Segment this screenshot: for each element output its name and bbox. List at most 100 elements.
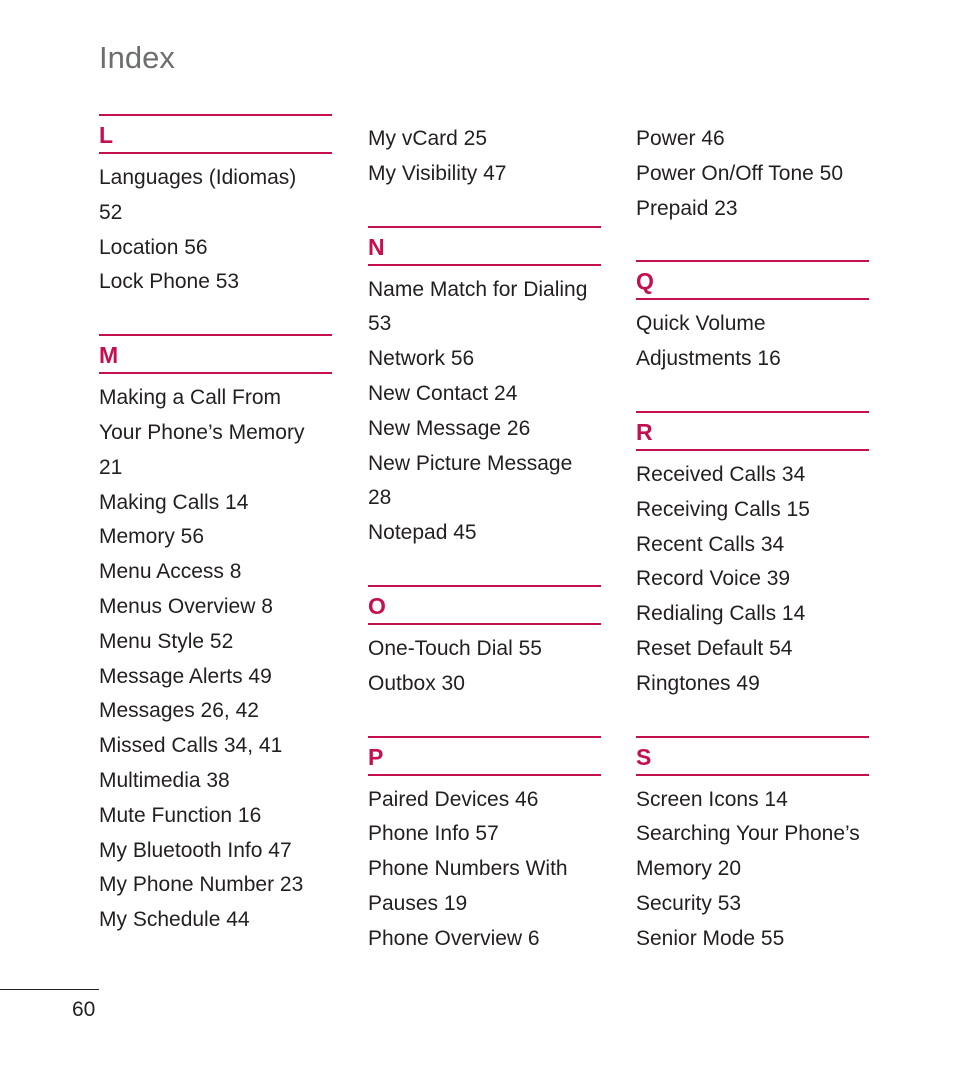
index-entry: Outbox 30 — [368, 671, 465, 695]
index-entry: Your Phone’s Memory — [99, 420, 305, 444]
index-entry: My Bluetooth Info 47 — [99, 838, 292, 862]
entry-list: Making a Call From Your Phone’s Memory 2… — [99, 381, 332, 938]
index-entry: Notepad 45 — [368, 521, 477, 545]
letter-header: Q — [636, 260, 869, 301]
index-section-m: M Making a Call From Your Phone’s Memory… — [99, 334, 332, 938]
index-entry: 52 — [99, 200, 123, 224]
index-entry: Location 56 — [99, 235, 208, 259]
index-entry: Messages 26, 42 — [99, 699, 259, 723]
index-section-n: N Name Match for Dialing 53 Network 56 N… — [368, 225, 601, 551]
entry-list: One-Touch Dial 55 Outbox 30 — [368, 632, 601, 702]
index-entry: New Contact 24 — [368, 381, 518, 405]
letter-header: O — [368, 584, 601, 625]
index-entry: New Message 26 — [368, 416, 531, 440]
index-entry: Record Voice 39 — [636, 567, 791, 591]
entry-list: Received Calls 34 Receiving Calls 15 Rec… — [636, 458, 869, 702]
footer-divider — [0, 989, 99, 990]
index-entry: Security 53 — [636, 891, 742, 915]
index-entry: Reset Default 54 — [636, 636, 793, 660]
index-entry: New Picture Message — [368, 451, 573, 475]
entry-list: Name Match for Dialing 53 Network 56 New… — [368, 273, 601, 551]
index-entry: Adjustments 16 — [636, 347, 781, 371]
index-entry: Receiving Calls 15 — [636, 497, 810, 521]
section-letter: O — [368, 592, 386, 619]
section-letter: P — [368, 743, 384, 770]
index-entry: Multimedia 38 — [99, 768, 230, 792]
index-entry: Ringtones 49 — [636, 671, 760, 695]
index-entry: One-Touch Dial 55 — [368, 636, 542, 660]
index-entry: Menus Overview 8 — [99, 594, 273, 618]
letter-header: R — [636, 410, 869, 451]
index-entry: Paired Devices 46 — [368, 787, 539, 811]
letter-header: L — [99, 114, 332, 154]
index-entry: Prepaid 23 — [636, 196, 738, 220]
index-entry: Making Calls 14 — [99, 490, 249, 514]
index-entry: Phone Info 57 — [368, 822, 499, 846]
continued-entry-list: My vCard 25 My Visibility 47 — [368, 122, 601, 192]
section-letter: R — [636, 418, 653, 445]
letter-header: S — [636, 735, 869, 776]
section-letter: N — [368, 233, 385, 260]
entry-list: Languages (Idiomas) 52 Location 56 Lock … — [99, 161, 332, 300]
index-entry: My Visibility 47 — [368, 161, 507, 185]
index-entry: Languages (Idiomas) — [99, 166, 297, 189]
index-section-l: L Languages (Idiomas) 52 Location 56 Loc… — [99, 114, 332, 300]
page-title: Index — [99, 40, 175, 75]
index-entry: Senior Mode 55 — [636, 926, 785, 950]
index-entry: Mute Function 16 — [99, 803, 262, 827]
index-entry: Memory 56 — [99, 525, 205, 549]
index-entry: Power On/Off Tone 50 — [636, 161, 844, 185]
index-entry: Making a Call From — [99, 386, 282, 410]
index-entry: Message Alerts 49 — [99, 664, 272, 688]
index-entry: Missed Calls 34, 41 — [99, 734, 283, 758]
letter-header: N — [368, 225, 601, 266]
letter-header: P — [368, 735, 601, 776]
index-column-1: L Languages (Idiomas) 52 Location 56 Loc… — [99, 114, 332, 938]
entry-list: Screen Icons 14 Searching Your Phone’s M… — [636, 783, 869, 957]
page-number: 60 — [72, 998, 96, 1021]
index-entry: 21 — [99, 455, 123, 479]
index-entry: Recent Calls 34 — [636, 532, 785, 556]
index-entry: Menu Style 52 — [99, 629, 234, 653]
index-entry: Redialing Calls 14 — [636, 602, 806, 626]
index-entry: Phone Overview 6 — [368, 926, 540, 950]
index-entry: 53 — [368, 312, 392, 336]
index-entry: Memory 20 — [636, 857, 742, 881]
continued-entry-list: Power 46 Power On/Off Tone 50 Prepaid 23 — [636, 122, 869, 226]
index-entry: Network 56 — [368, 347, 475, 371]
index-entry: My Phone Number 23 — [99, 873, 304, 897]
section-letter: S — [636, 743, 652, 770]
entry-list: Paired Devices 46 Phone Info 57 Phone Nu… — [368, 783, 601, 957]
section-letter: M — [99, 342, 119, 369]
index-section-s: S Screen Icons 14 Searching Your Phone’s… — [636, 735, 869, 957]
index-section-o: O One-Touch Dial 55 Outbox 30 — [368, 584, 601, 702]
entry-list: Quick Volume Adjustments 16 — [636, 307, 869, 377]
index-entry: Quick Volume — [636, 312, 766, 336]
index-entry: Received Calls 34 — [636, 462, 806, 486]
index-section-q: Q Quick Volume Adjustments 16 — [636, 260, 869, 377]
index-entry: Lock Phone 53 — [99, 270, 240, 294]
letter-header: M — [99, 334, 332, 375]
index-entry: Pauses 19 — [368, 891, 468, 915]
index-column-2: My vCard 25 My Visibility 47 N Name Matc… — [368, 114, 601, 957]
index-entry: Name Match for Dialing — [368, 277, 588, 301]
index-entry: Menu Access 8 — [99, 560, 242, 584]
index-section-r: R Received Calls 34 Receiving Calls 15 R… — [636, 410, 869, 702]
index-entry: Phone Numbers With — [368, 857, 568, 881]
index-entry: Screen Icons 14 — [636, 787, 788, 811]
index-section-p: P Paired Devices 46 Phone Info 57 Phone … — [368, 735, 601, 957]
index-entry: My Schedule 44 — [99, 908, 250, 932]
index-entry: Power 46 — [636, 127, 725, 150]
index-entry: Searching Your Phone’s — [636, 822, 860, 846]
index-entry: 28 — [368, 486, 392, 510]
section-letter: L — [99, 122, 114, 148]
index-column-3: Power 46 Power On/Off Tone 50 Prepaid 23… — [636, 114, 869, 957]
section-letter: Q — [636, 268, 654, 295]
